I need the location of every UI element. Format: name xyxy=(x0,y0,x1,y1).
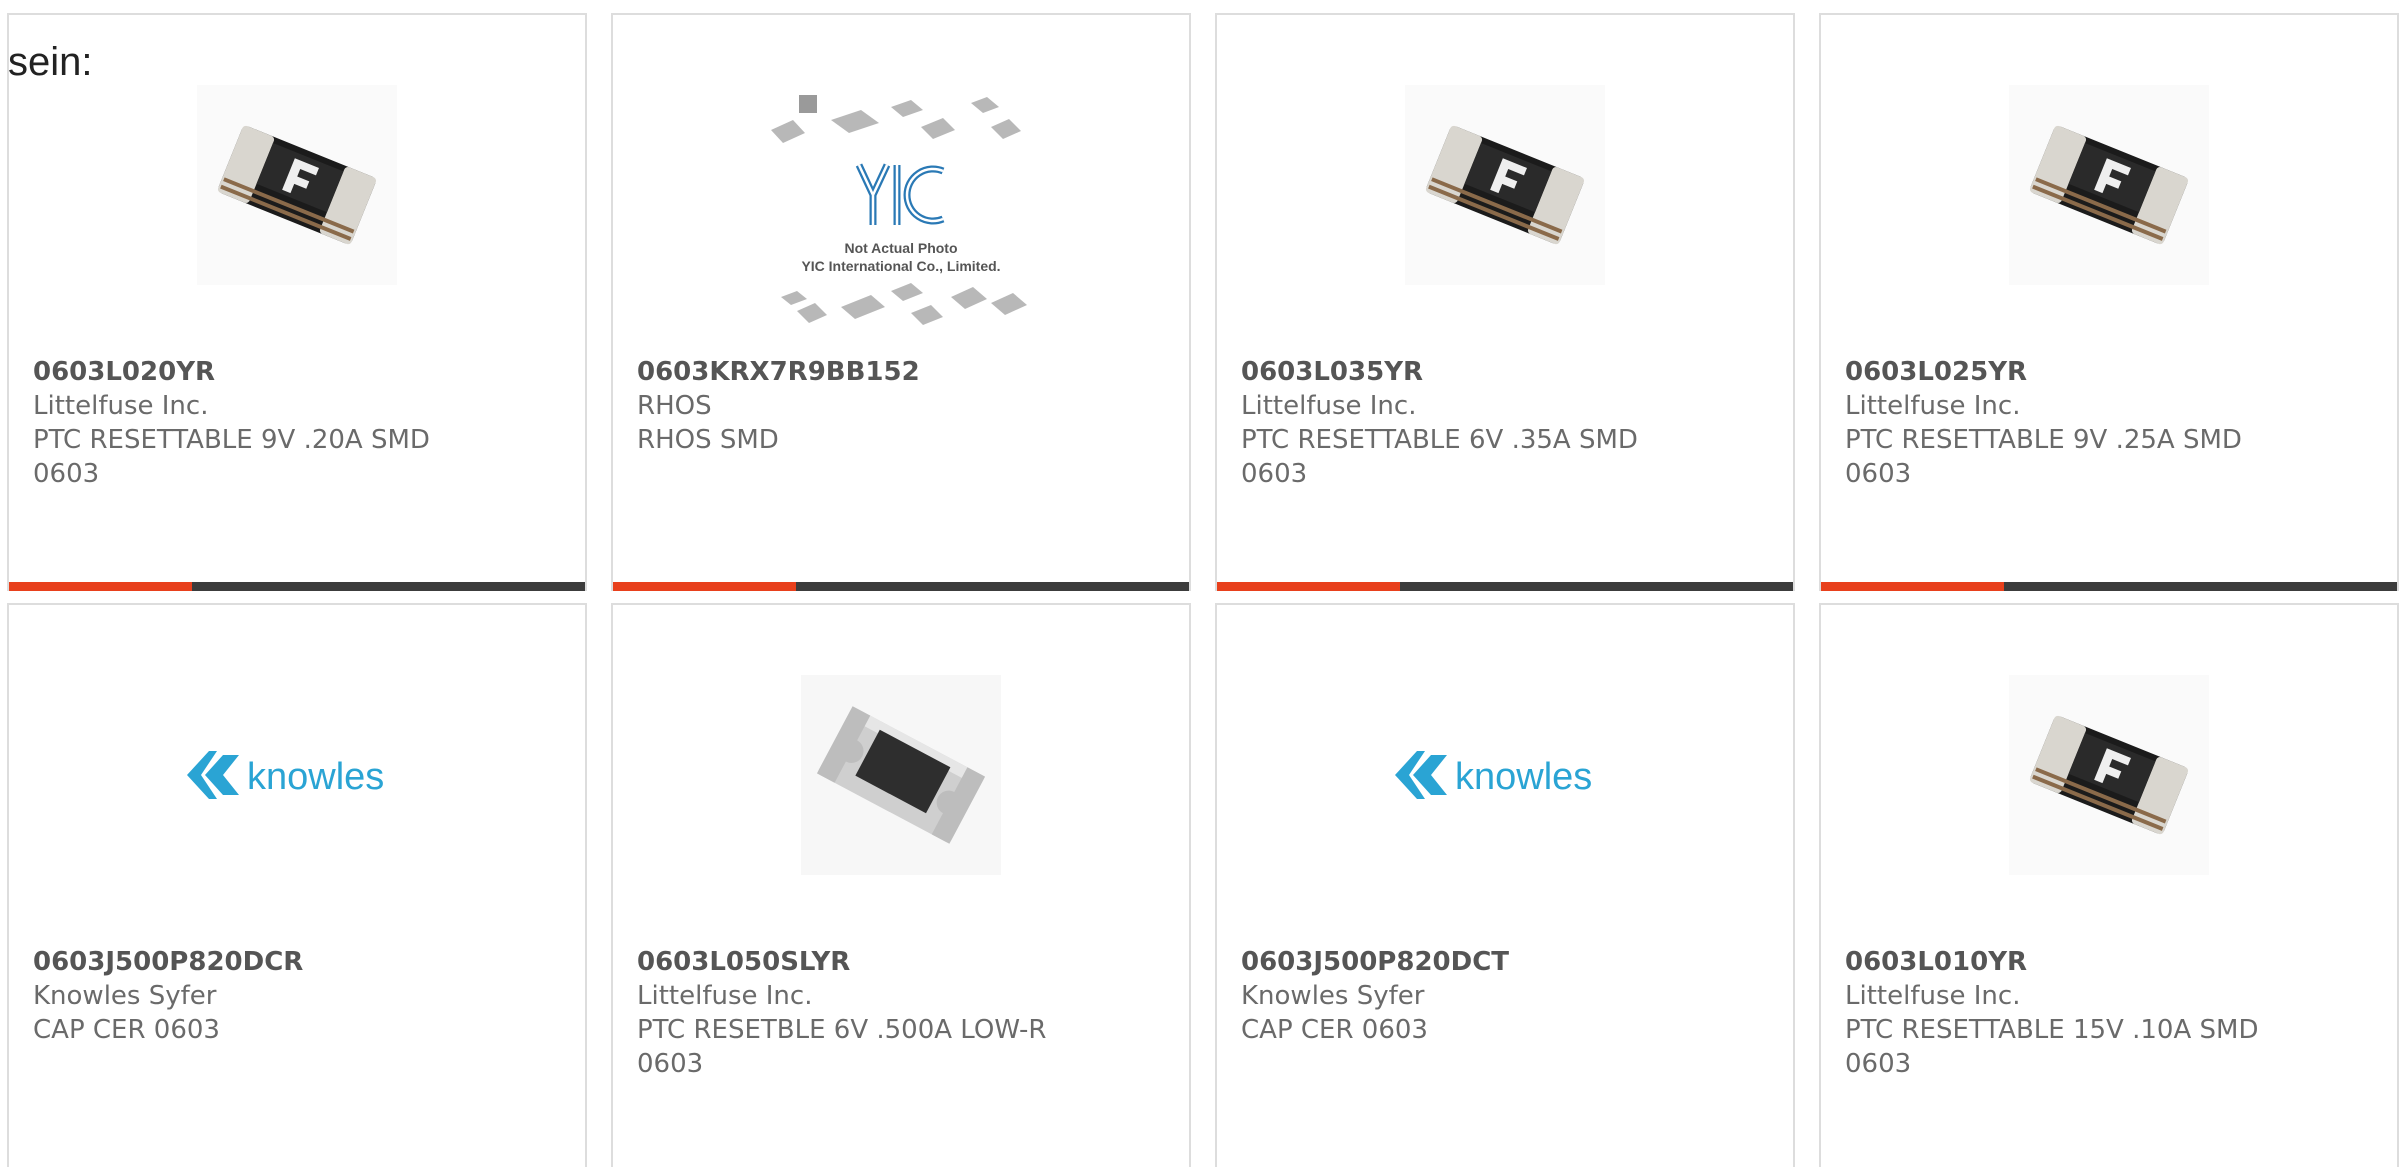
card-footer-accent xyxy=(613,582,796,591)
product-card[interactable]: 0603L025YR Littelfuse Inc. PTC RESETTABL… xyxy=(1819,13,2399,591)
description: CAP CER 0603 xyxy=(33,1015,220,1045)
card-footer-bar xyxy=(613,582,1189,591)
manufacturer: Littelfuse Inc. xyxy=(1845,391,2021,421)
part-number[interactable]: 0603L025YR xyxy=(1845,355,2373,389)
description: PTC RESETTABLE 6V .35A SMD 0603 xyxy=(1241,425,1638,489)
product-info: 0603L025YR Littelfuse Inc. PTC RESETTABL… xyxy=(1845,355,2373,491)
ptc-fuse-icon[interactable] xyxy=(1405,85,1605,285)
knowles-logo-text: knowles xyxy=(247,756,384,798)
product-info: 0603L050SLYR Littelfuse Inc. PTC RESETBL… xyxy=(637,945,1165,1081)
product-info: 0603L035YR Littelfuse Inc. PTC RESETTABL… xyxy=(1241,355,1769,491)
part-number[interactable]: 0603J500P820DCT xyxy=(1241,945,1769,979)
card-footer-bar xyxy=(9,582,585,591)
description: PTC RESETTABLE 9V .25A SMD 0603 xyxy=(1845,425,2242,489)
product-info: 0603KRX7R9BB152 RHOS RHOS SMD xyxy=(637,355,1165,457)
product-card[interactable]: 0603L010YR Littelfuse Inc. PTC RESETTABL… xyxy=(1819,603,2399,1167)
placeholder-line1: Not Actual Photo xyxy=(844,240,957,256)
card-footer-accent xyxy=(1217,582,1400,591)
description: RHOS SMD xyxy=(637,425,779,455)
description: CAP CER 0603 xyxy=(1241,1015,1428,1045)
part-number[interactable]: 0603L010YR xyxy=(1845,945,2373,979)
description: PTC RESETTABLE 9V .20A SMD 0603 xyxy=(33,425,430,489)
card-footer-bar xyxy=(1217,582,1793,591)
part-number[interactable]: 0603KRX7R9BB152 xyxy=(637,355,1165,389)
ptc-fuse-icon[interactable] xyxy=(2009,85,2209,285)
product-info: 0603J500P820DCR Knowles Syfer CAP CER 06… xyxy=(33,945,561,1047)
ptc-fuse-icon[interactable] xyxy=(2009,675,2209,875)
product-info: 0603J500P820DCT Knowles Syfer CAP CER 06… xyxy=(1241,945,1769,1047)
card-footer-bar xyxy=(1821,582,2397,591)
product-card[interactable]: 0603L035YR Littelfuse Inc. PTC RESETTABL… xyxy=(1215,13,1795,591)
placeholder-line2: YIC International Co., Limited. xyxy=(801,258,1000,274)
card-footer-accent xyxy=(1821,582,2004,591)
manufacturer: Littelfuse Inc. xyxy=(637,981,813,1011)
description: PTC RESETBLE 6V .500A LOW-R 0603 xyxy=(637,1015,1047,1079)
knowles-logo[interactable]: knowles xyxy=(187,675,407,875)
manufacturer: Knowles Syfer xyxy=(33,981,217,1011)
part-number[interactable]: 0603L050SLYR xyxy=(637,945,1165,979)
product-card[interactable]: 0603L050SLYR Littelfuse Inc. PTC RESETBL… xyxy=(611,603,1191,1167)
knowles-logo-text: knowles xyxy=(1455,756,1592,798)
product-info: 0603L010YR Littelfuse Inc. PTC RESETTABL… xyxy=(1845,945,2373,1081)
product-card[interactable]: 0603L020YR Littelfuse Inc. PTC RESETTABL… xyxy=(7,13,587,591)
not-actual-photo-placeholder[interactable]: Not Actual Photo YIC International Co., … xyxy=(761,85,1041,345)
smd-chip-icon[interactable] xyxy=(801,675,1001,875)
part-number[interactable]: 0603J500P820DCR xyxy=(33,945,561,979)
manufacturer: Littelfuse Inc. xyxy=(33,391,209,421)
stray-heading-text: sein: xyxy=(8,40,93,84)
manufacturer: Knowles Syfer xyxy=(1241,981,1425,1011)
part-number[interactable]: 0603L020YR xyxy=(33,355,561,389)
product-card[interactable]: knowles 0603J500P820DCR Knowles Syfer CA… xyxy=(7,603,587,1167)
ptc-fuse-icon[interactable] xyxy=(197,85,397,285)
manufacturer: Littelfuse Inc. xyxy=(1845,981,2021,1011)
product-card[interactable]: knowles 0603J500P820DCT Knowles Syfer CA… xyxy=(1215,603,1795,1167)
part-number[interactable]: 0603L035YR xyxy=(1241,355,1769,389)
product-grid: 0603L020YR Littelfuse Inc. PTC RESETTABL… xyxy=(7,13,2399,1167)
product-grid-page: sein: 0603L020YR Littelfuse Inc. PTC RES… xyxy=(0,0,2400,1167)
product-card[interactable]: Not Actual Photo YIC International Co., … xyxy=(611,13,1191,591)
description: PTC RESETTABLE 15V .10A SMD 0603 xyxy=(1845,1015,2259,1079)
manufacturer: Littelfuse Inc. xyxy=(1241,391,1417,421)
knowles-logo[interactable]: knowles xyxy=(1395,675,1615,875)
card-footer-accent xyxy=(9,582,192,591)
manufacturer: RHOS xyxy=(637,391,712,421)
product-info: 0603L020YR Littelfuse Inc. PTC RESETTABL… xyxy=(33,355,561,491)
